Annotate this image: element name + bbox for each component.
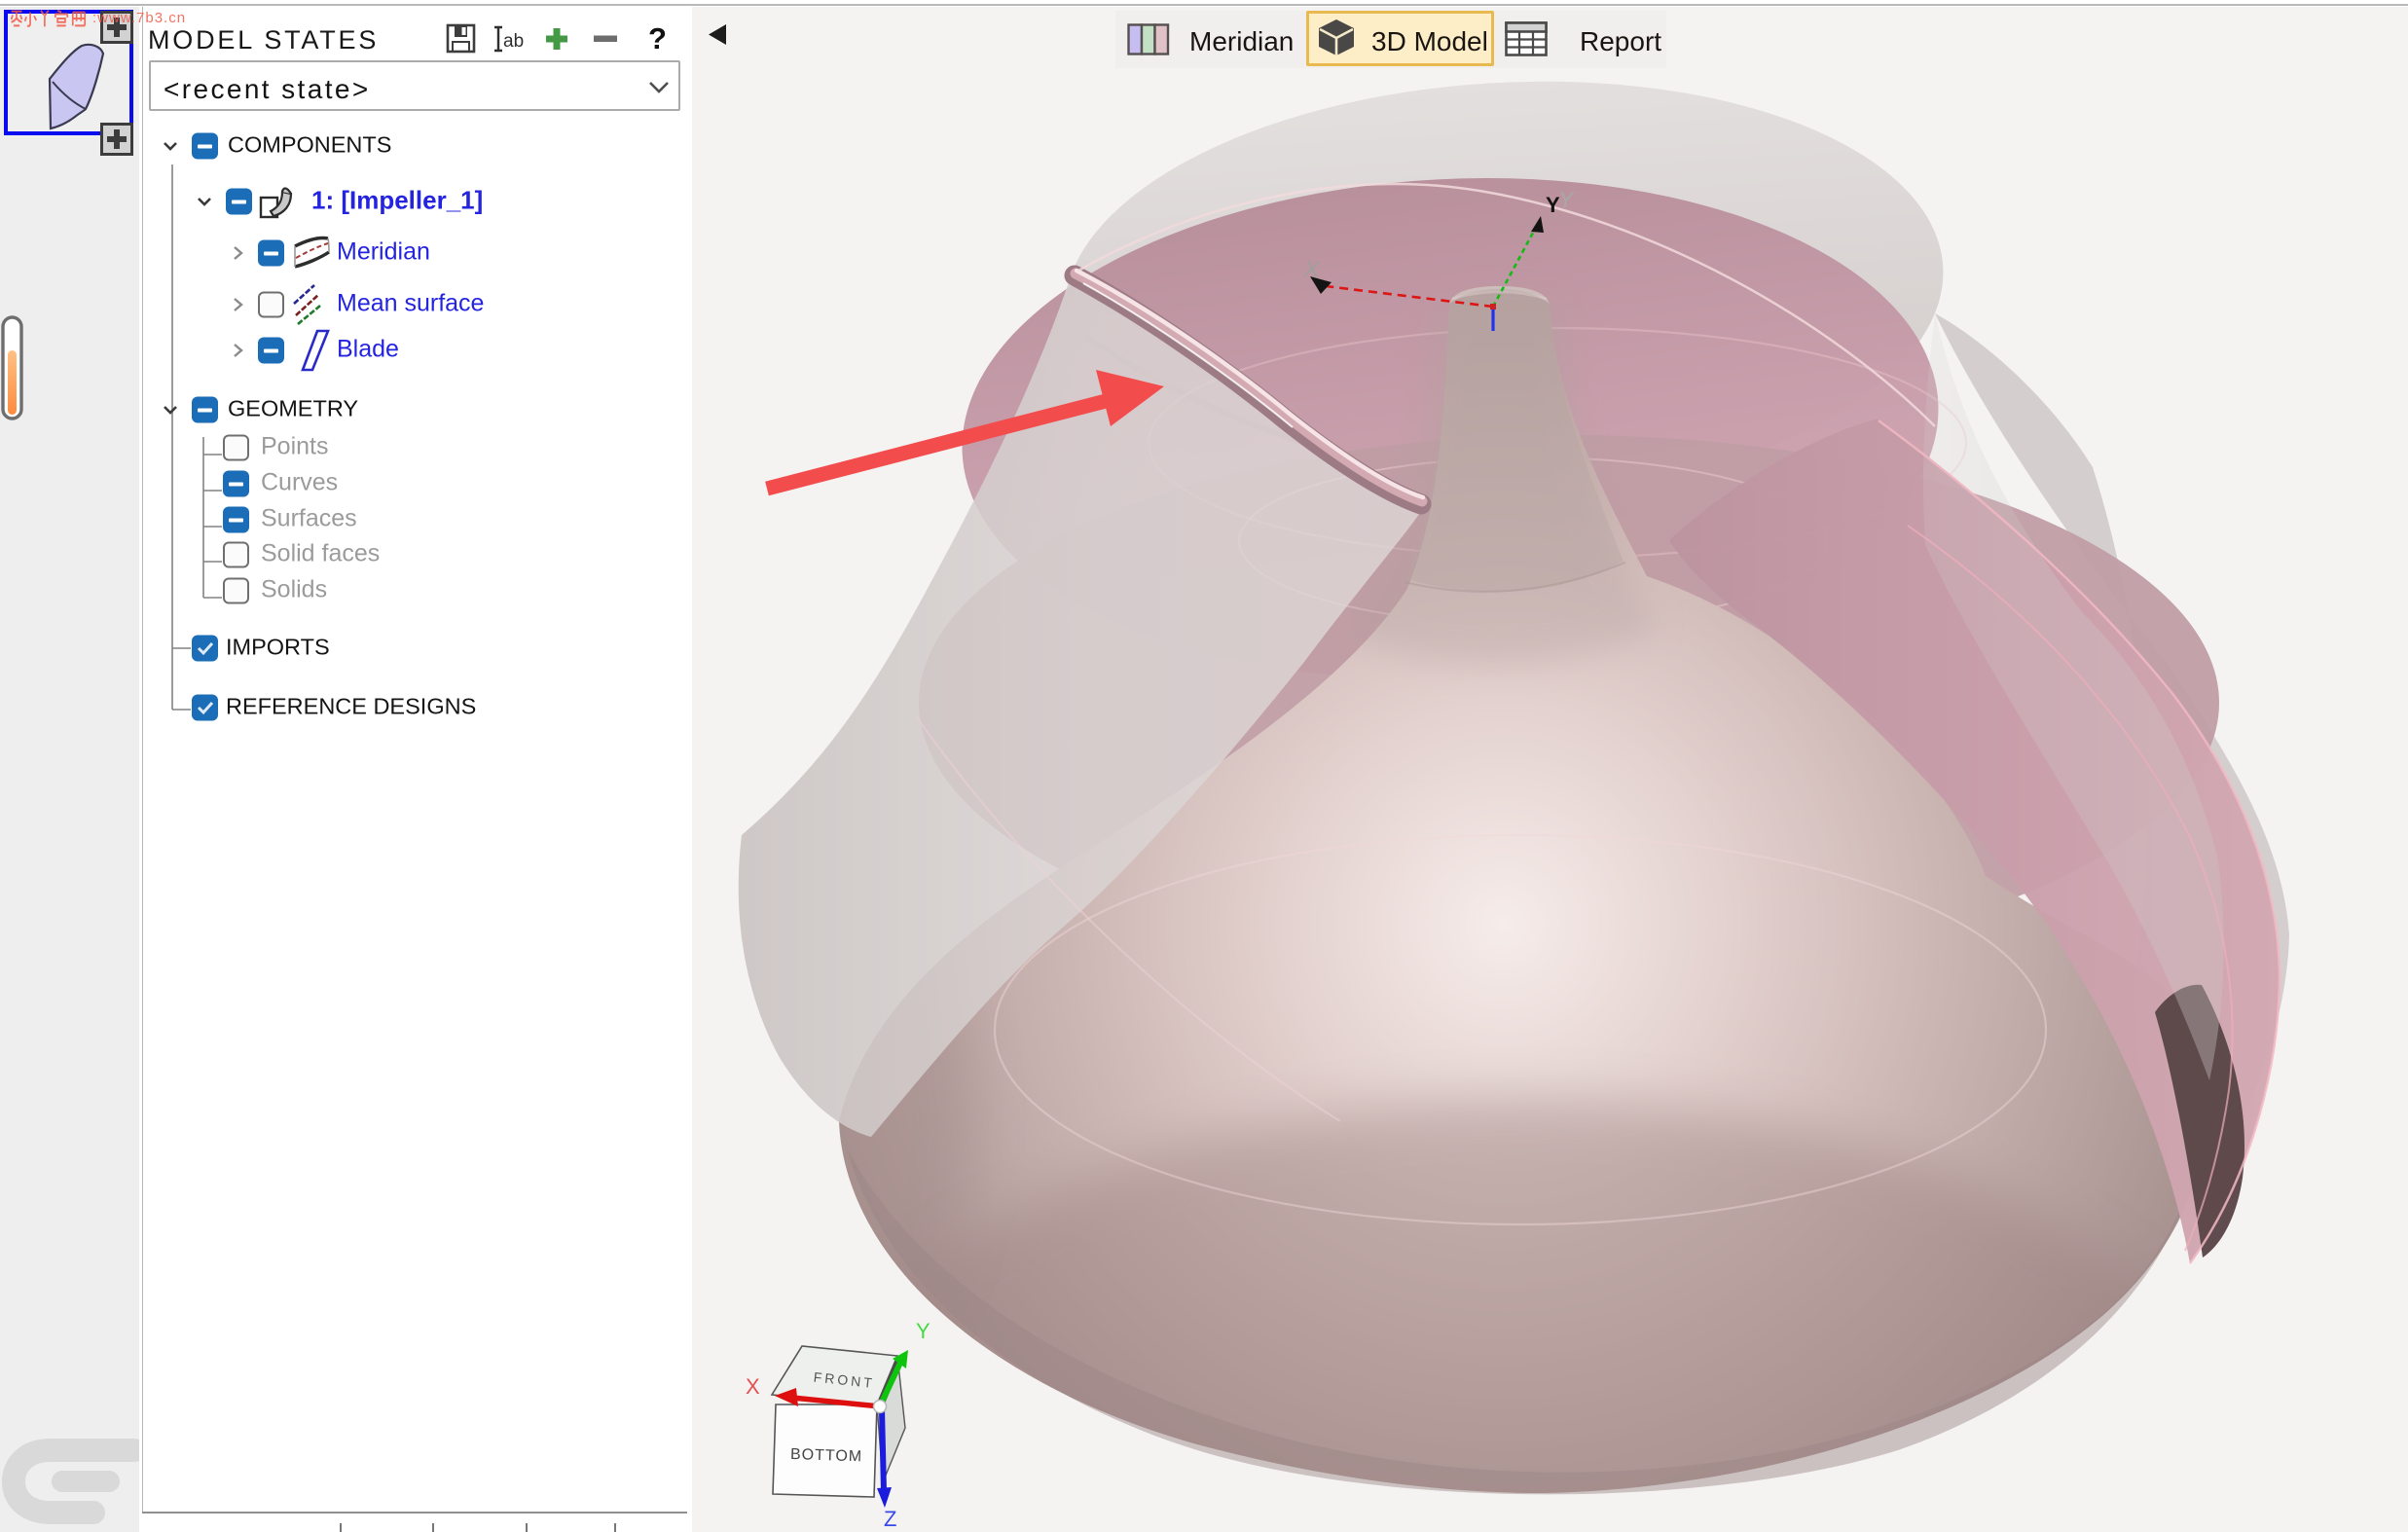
- svg-text:Y: Y: [916, 1319, 930, 1343]
- svg-text:X: X: [746, 1374, 760, 1399]
- svg-text:Y: Y: [1558, 187, 1575, 212]
- svg-text:Y: Y: [1546, 193, 1560, 217]
- svg-text:BOTTOM: BOTTOM: [790, 1446, 863, 1466]
- svg-text:Z: Z: [884, 1507, 896, 1531]
